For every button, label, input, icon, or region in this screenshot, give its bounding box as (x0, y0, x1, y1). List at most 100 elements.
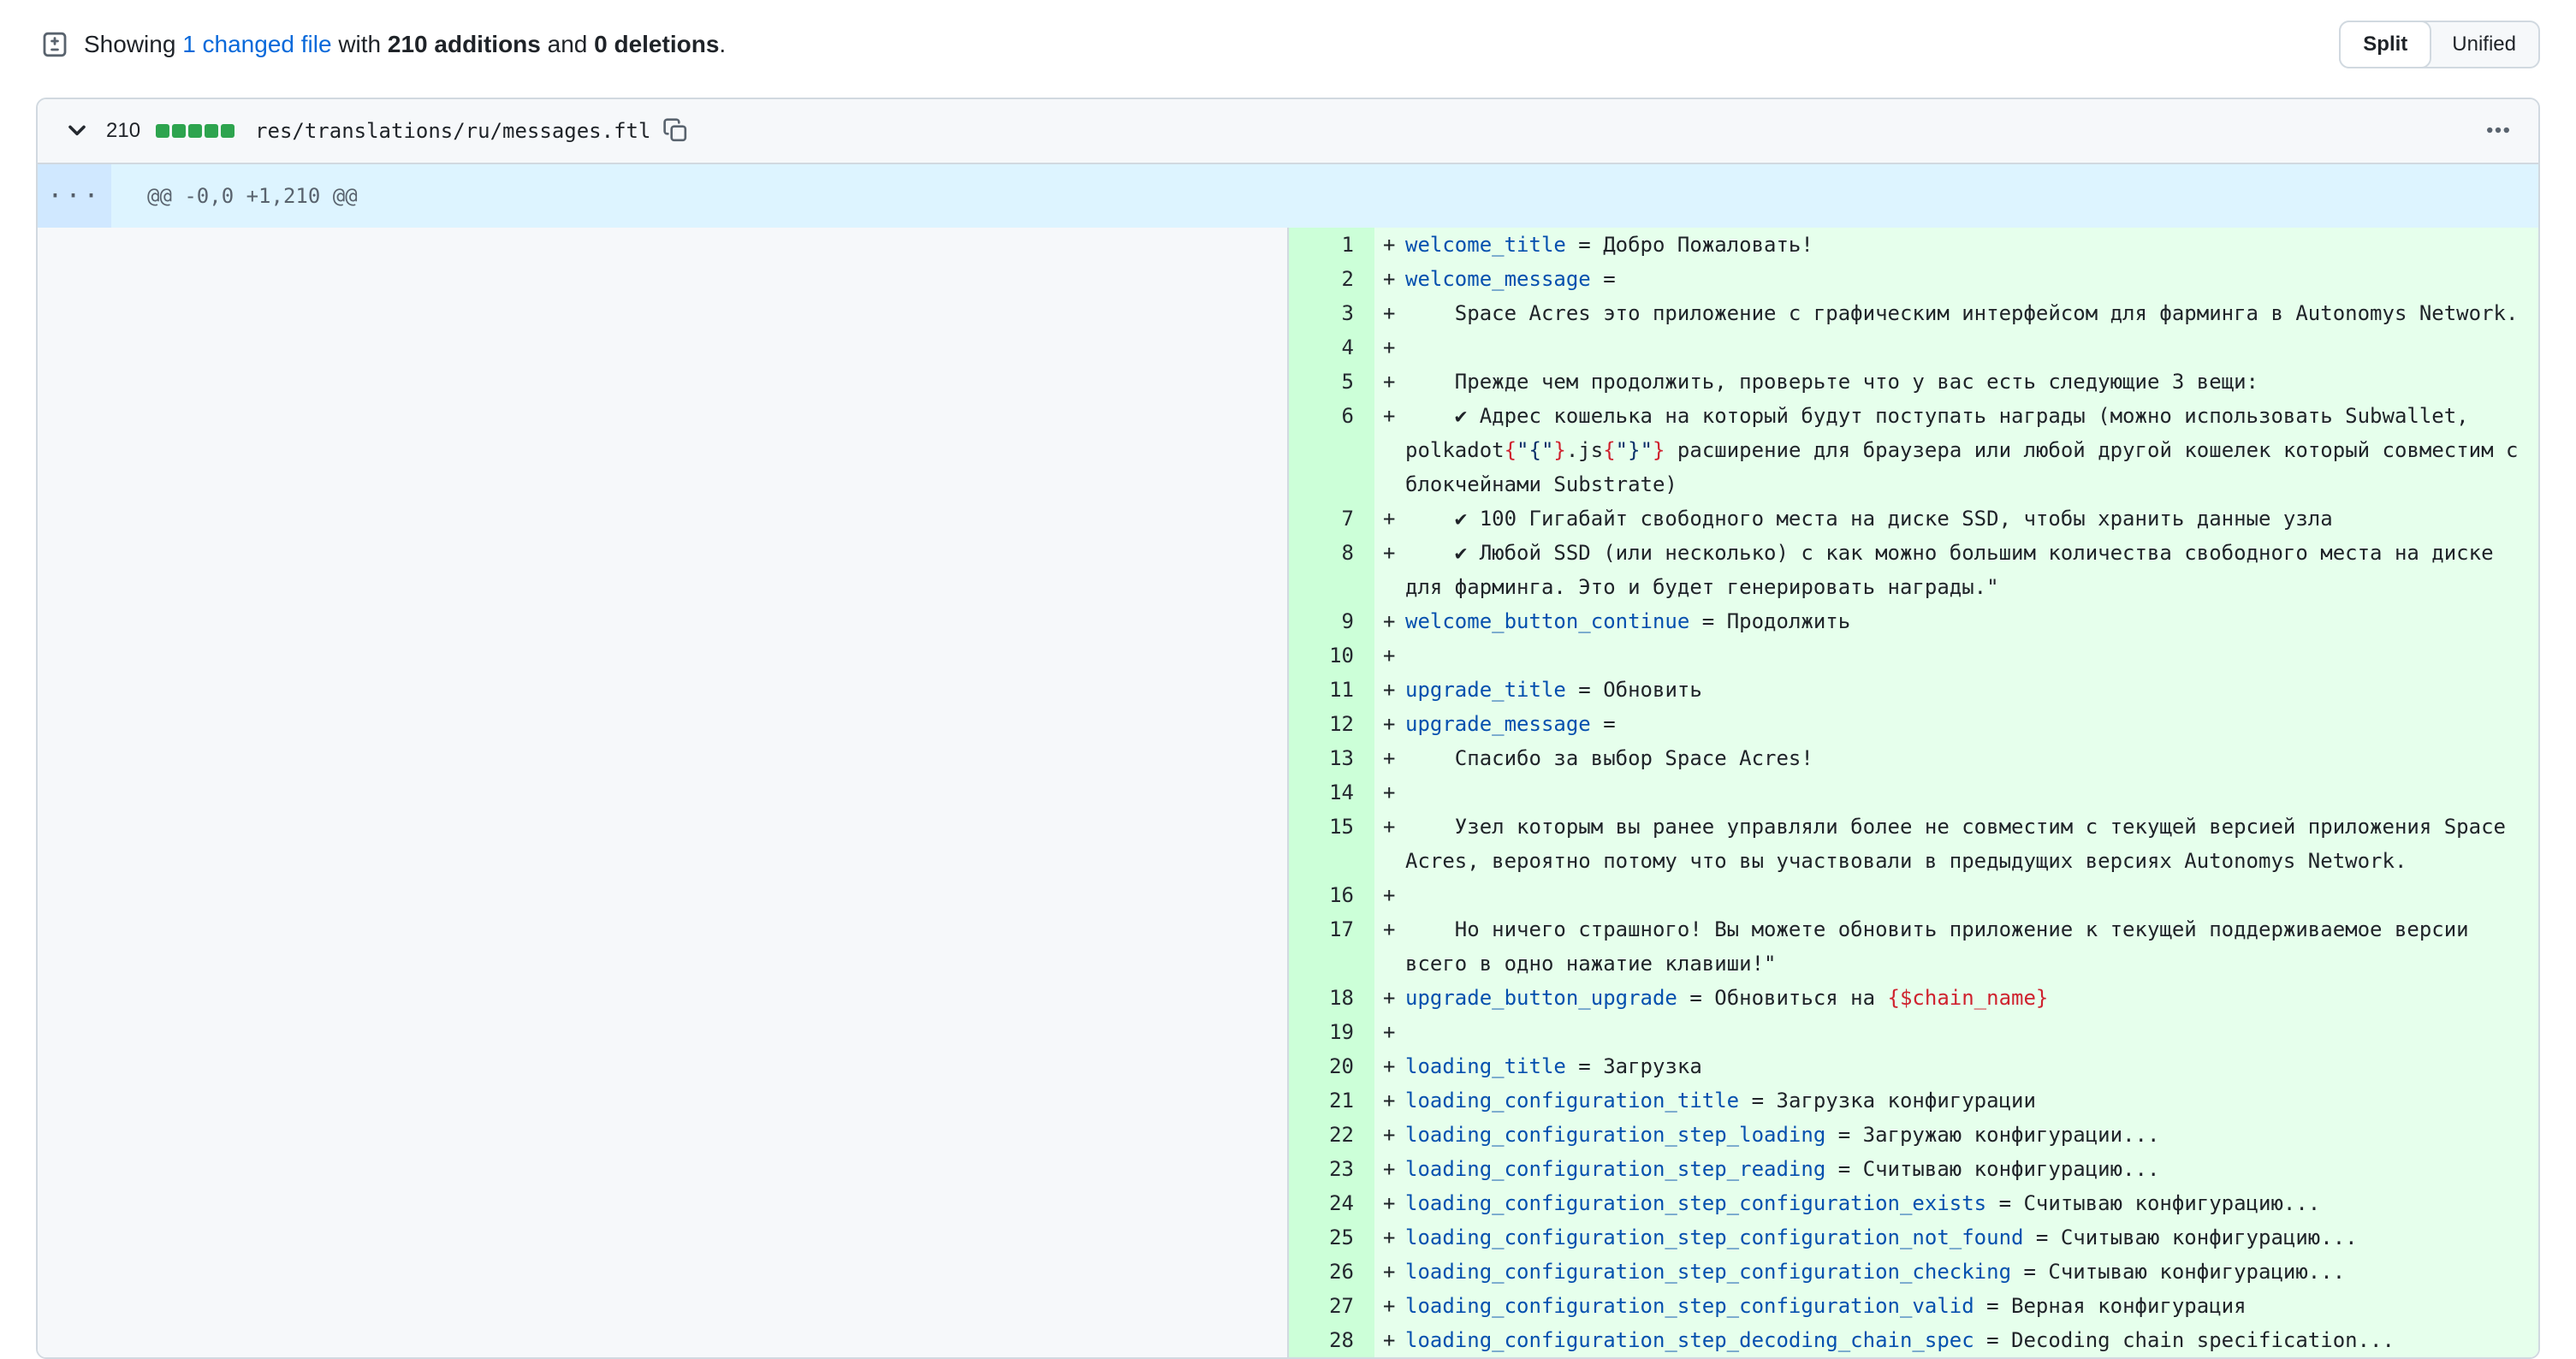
period-text: . (719, 31, 726, 57)
split-view-button[interactable]: Split (2339, 21, 2431, 68)
expand-hunk-button[interactable]: ··· (38, 164, 111, 228)
diff-line[interactable]: 14+ (1289, 775, 2538, 810)
line-number[interactable]: 23 (1289, 1152, 1374, 1186)
diff-line[interactable]: 1+welcome_title = Добро Пожаловать! (1289, 228, 2538, 262)
diff-line[interactable]: 13+ Спасибо за выбор Space Acres! (1289, 741, 2538, 775)
line-number[interactable]: 25 (1289, 1220, 1374, 1255)
line-number[interactable]: 21 (1289, 1083, 1374, 1118)
line-number[interactable]: 9 (1289, 604, 1374, 638)
addition-sign: + (1383, 1323, 1395, 1357)
diff-line[interactable]: 15+ Узел которым вы ранее управляли боле… (1289, 810, 2538, 878)
code-token: loading_configuration_step_configuration… (1405, 1260, 2011, 1284)
addition-sign: + (1383, 536, 1395, 570)
diff-line[interactable]: 4+ (1289, 330, 2538, 365)
code-token: loading_configuration_step_reading (1405, 1157, 1825, 1181)
diff-line[interactable]: 18+upgrade_button_upgrade = Обновиться н… (1289, 981, 2538, 1015)
diff-line[interactable]: 7+ ✔ 100 Гигабайт свободного места на ди… (1289, 501, 2538, 536)
diff-left-pane (38, 228, 1289, 1357)
line-number[interactable]: 5 (1289, 365, 1374, 399)
line-number[interactable]: 8 (1289, 536, 1374, 604)
diff-line[interactable]: 12+upgrade_message = (1289, 707, 2538, 741)
code-token: loading_configuration_step_configuration… (1405, 1225, 2023, 1249)
line-number[interactable]: 20 (1289, 1049, 1374, 1083)
addition-sign: + (1383, 673, 1395, 707)
line-number[interactable]: 14 (1289, 775, 1374, 810)
addition-sign: + (1383, 604, 1395, 638)
diff-line[interactable]: 10+ (1289, 638, 2538, 673)
line-number[interactable]: 17 (1289, 912, 1374, 981)
diff-line[interactable]: 5+ Прежде чем продолжить, проверьте что … (1289, 365, 2538, 399)
diff-line[interactable]: 25+loading_configuration_step_configurat… (1289, 1220, 2538, 1255)
diff-line[interactable]: 21+loading_configuration_title = Загрузк… (1289, 1083, 2538, 1118)
diffstat-blocks (156, 124, 234, 138)
line-number[interactable]: 7 (1289, 501, 1374, 536)
changed-files-link[interactable]: 1 changed file (182, 31, 331, 57)
diff-line[interactable]: 11+upgrade_title = Обновить (1289, 673, 2538, 707)
line-number[interactable]: 16 (1289, 878, 1374, 912)
line-number[interactable]: 13 (1289, 741, 1374, 775)
line-number[interactable]: 27 (1289, 1289, 1374, 1323)
additions-count-text: 210 additions (388, 31, 541, 57)
line-number[interactable]: 10 (1289, 638, 1374, 673)
line-number[interactable]: 2 (1289, 262, 1374, 296)
and-text: and (541, 31, 594, 57)
diff-line[interactable]: 16+ (1289, 878, 2538, 912)
diff-line[interactable]: 27+loading_configuration_step_configurat… (1289, 1289, 2538, 1323)
diff-view-toggle: Split Unified (2339, 21, 2540, 68)
diff-line[interactable]: 24+loading_configuration_step_configurat… (1289, 1186, 2538, 1220)
line-number[interactable]: 4 (1289, 330, 1374, 365)
line-number[interactable]: 24 (1289, 1186, 1374, 1220)
diff-line[interactable]: 2+welcome_message = (1289, 262, 2538, 296)
code-cell: +welcome_title = Добро Пожаловать! (1374, 228, 2538, 262)
diff-line[interactable]: 19+ (1289, 1015, 2538, 1049)
file-additions-count: 210 (106, 119, 140, 143)
code-token: upgrade_button_upgrade (1405, 986, 1677, 1010)
code-cell: + Спасибо за выбор Space Acres! (1374, 741, 2538, 775)
split-diff-body: 1+welcome_title = Добро Пожаловать!2+wel… (38, 228, 2538, 1357)
code-token: = Продолжить (1689, 609, 1850, 633)
diff-line[interactable]: 22+loading_configuration_step_loading = … (1289, 1118, 2538, 1152)
addition-sign: + (1383, 501, 1395, 536)
line-number[interactable]: 3 (1289, 296, 1374, 330)
unified-view-button[interactable]: Unified (2430, 22, 2538, 67)
code-cell: + Узел которым вы ранее управляли более … (1374, 810, 2538, 878)
line-number[interactable]: 28 (1289, 1323, 1374, 1357)
line-number[interactable]: 6 (1289, 399, 1374, 501)
code-token: = Добро Пожаловать! (1566, 233, 1813, 257)
code-token: loading_configuration_step_loading (1405, 1123, 1825, 1147)
diff-line[interactable]: 3+ Space Acres это приложение с графичес… (1289, 296, 2538, 330)
diff-line[interactable]: 17+ Но ничего страшного! Вы можете обнов… (1289, 912, 2538, 981)
code-cell: +welcome_message = (1374, 262, 2538, 296)
line-number[interactable]: 15 (1289, 810, 1374, 878)
line-number[interactable]: 12 (1289, 707, 1374, 741)
copy-icon (662, 117, 688, 145)
code-cell: +upgrade_button_upgrade = Обновиться на … (1374, 981, 2538, 1015)
code-token: welcome_message (1405, 267, 1591, 291)
code-cell: +loading_configuration_step_configuratio… (1374, 1255, 2538, 1289)
changed-files-summary: Showing 1 changed file with 210 addition… (84, 31, 726, 58)
diff-line[interactable]: 9+welcome_button_continue = Продолжить (1289, 604, 2538, 638)
file-path: res/translations/ru/messages.ftl (255, 119, 650, 143)
code-token: = (1591, 267, 1616, 291)
code-token: upgrade_message (1405, 712, 1591, 736)
line-number[interactable]: 22 (1289, 1118, 1374, 1152)
diff-line[interactable]: 8+ ✔ Любой SSD (или несколько) с как мож… (1289, 536, 2538, 604)
line-number[interactable]: 1 (1289, 228, 1374, 262)
diff-line[interactable]: 23+loading_configuration_step_reading = … (1289, 1152, 2538, 1186)
diff-line[interactable]: 20+loading_title = Загрузка (1289, 1049, 2538, 1083)
line-number[interactable]: 26 (1289, 1255, 1374, 1289)
collapse-file-button[interactable] (63, 116, 91, 146)
diffstat-block (205, 124, 218, 138)
code-token: "}" (1616, 438, 1653, 462)
line-number[interactable]: 11 (1289, 673, 1374, 707)
copy-path-button[interactable] (662, 117, 688, 145)
line-number[interactable]: 19 (1289, 1015, 1374, 1049)
diff-toolbar: Showing 1 changed file with 210 addition… (0, 0, 2576, 89)
line-number[interactable]: 18 (1289, 981, 1374, 1015)
file-options-button[interactable] (2484, 116, 2513, 147)
code-token: Но ничего страшного! Вы можете обновить … (1405, 917, 2481, 976)
diff-line[interactable]: 26+loading_configuration_step_configurat… (1289, 1255, 2538, 1289)
diff-line[interactable]: 6+ ✔ Адрес кошелька на который будут пос… (1289, 399, 2538, 501)
diff-line[interactable]: 28+loading_configuration_step_decoding_c… (1289, 1323, 2538, 1357)
code-token: Узел которым вы ранее управляли более не… (1405, 815, 2518, 873)
